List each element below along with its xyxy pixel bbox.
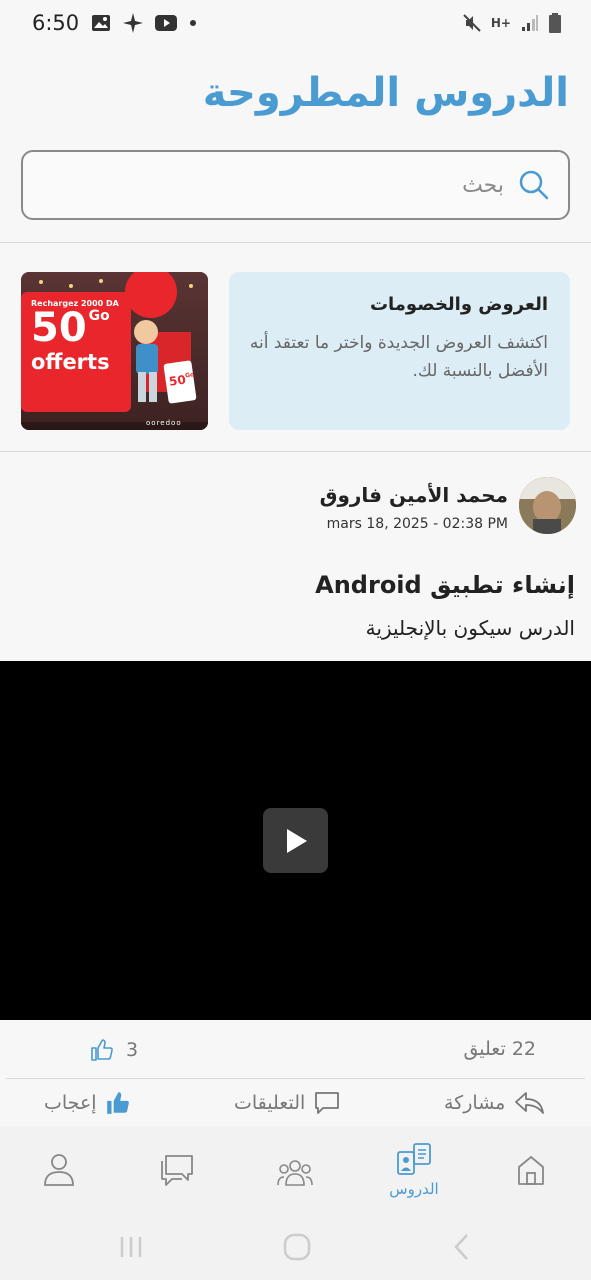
nav-lessons-label: الدروس [389,1180,439,1198]
promo-banner-image[interactable]: Rechargez 2000 DA 50 Go offerts 50 Go oo… [21,272,208,430]
divider-top [0,242,591,243]
nav-profile[interactable] [19,1152,99,1186]
share-button[interactable]: مشاركة [444,1090,545,1116]
post-date: mars 18, 2025 - 02:38 PM [326,516,508,532]
search-input[interactable] [84,172,504,198]
avatar[interactable] [519,477,576,534]
like-label: إعجاب [44,1092,97,1114]
promo-card[interactable]: العروض والخصومات اكتشف العروض الجديدة وا… [229,272,570,430]
back-icon[interactable] [452,1233,470,1261]
nav-home[interactable] [491,1154,571,1186]
youtube-icon [155,15,178,31]
system-nav-bar [0,1222,591,1280]
network-type: H+ [490,16,511,30]
mute-icon [463,14,481,32]
play-icon [286,828,307,853]
comments-count[interactable]: 22 تعليق [463,1038,536,1060]
group-icon [277,1160,313,1186]
home-icon [518,1156,544,1185]
promo-title: العروض والخصومات [369,294,548,315]
status-left: 6:50 [32,11,197,35]
likes-count-value: 3 [126,1039,139,1061]
lessons-icon [397,1143,431,1175]
status-bar: 6:50 H+ [0,0,591,46]
status-time: 6:50 [32,11,80,35]
promo-tag-amount: 50 [168,372,187,389]
nav-chat[interactable] [137,1154,217,1186]
chat-icon [161,1155,193,1186]
comments-button[interactable]: التعليقات [234,1090,341,1116]
recents-icon[interactable] [118,1234,144,1260]
share-icon [515,1092,545,1114]
promo-tag-unit: Go [184,371,195,380]
promo-description: اكتشف العروض الجديدة واختر ما تعتقد أنه … [249,333,548,381]
nav-groups[interactable] [255,1158,335,1186]
search-icon[interactable] [518,169,550,201]
battery-icon [549,13,561,33]
status-right: H+ [463,13,561,33]
comments-label: التعليقات [234,1092,306,1114]
post-title: إنشاء تطبيق Android [315,571,575,599]
dot-icon [190,20,197,26]
page-title: الدروس المطروحة [202,70,569,116]
gallery-icon [92,15,111,31]
promo-offerts: offerts [31,350,110,374]
profile-icon [44,1154,74,1186]
bottom-nav: الدروس [0,1126,591,1222]
share-label: مشاركة [444,1092,506,1114]
play-button[interactable] [263,808,328,873]
promo-amount: 50 [31,305,87,351]
thumbs-up-icon [106,1092,129,1114]
post-subtitle: الدرس سيكون بالإنجليزية [365,616,575,640]
sparkle-icon [123,13,144,33]
search-box[interactable] [21,150,570,220]
promo-amount-wrap: 50 Go [31,308,110,348]
home-system-icon[interactable] [283,1233,311,1261]
stats-row: 3 22 تعليق [0,1020,591,1078]
promo-brand: ooredoo [146,419,182,427]
comment-icon [315,1092,340,1114]
promo-unit: Go [88,308,110,324]
like-button[interactable]: إعجاب [44,1090,131,1116]
divider-mid [0,451,591,452]
author-name[interactable]: محمد الأمين فاروق [320,483,508,507]
actions-row: إعجاب التعليقات مشاركة [0,1080,591,1126]
nav-lessons[interactable]: الدروس [374,1142,454,1198]
likes-count[interactable]: 3 [90,1038,138,1062]
avatar-photo [519,477,576,534]
video-player[interactable] [0,661,591,1020]
signal-icon [522,15,538,31]
thumbs-up-outline-icon [91,1039,113,1061]
divider-actions [6,1078,585,1079]
